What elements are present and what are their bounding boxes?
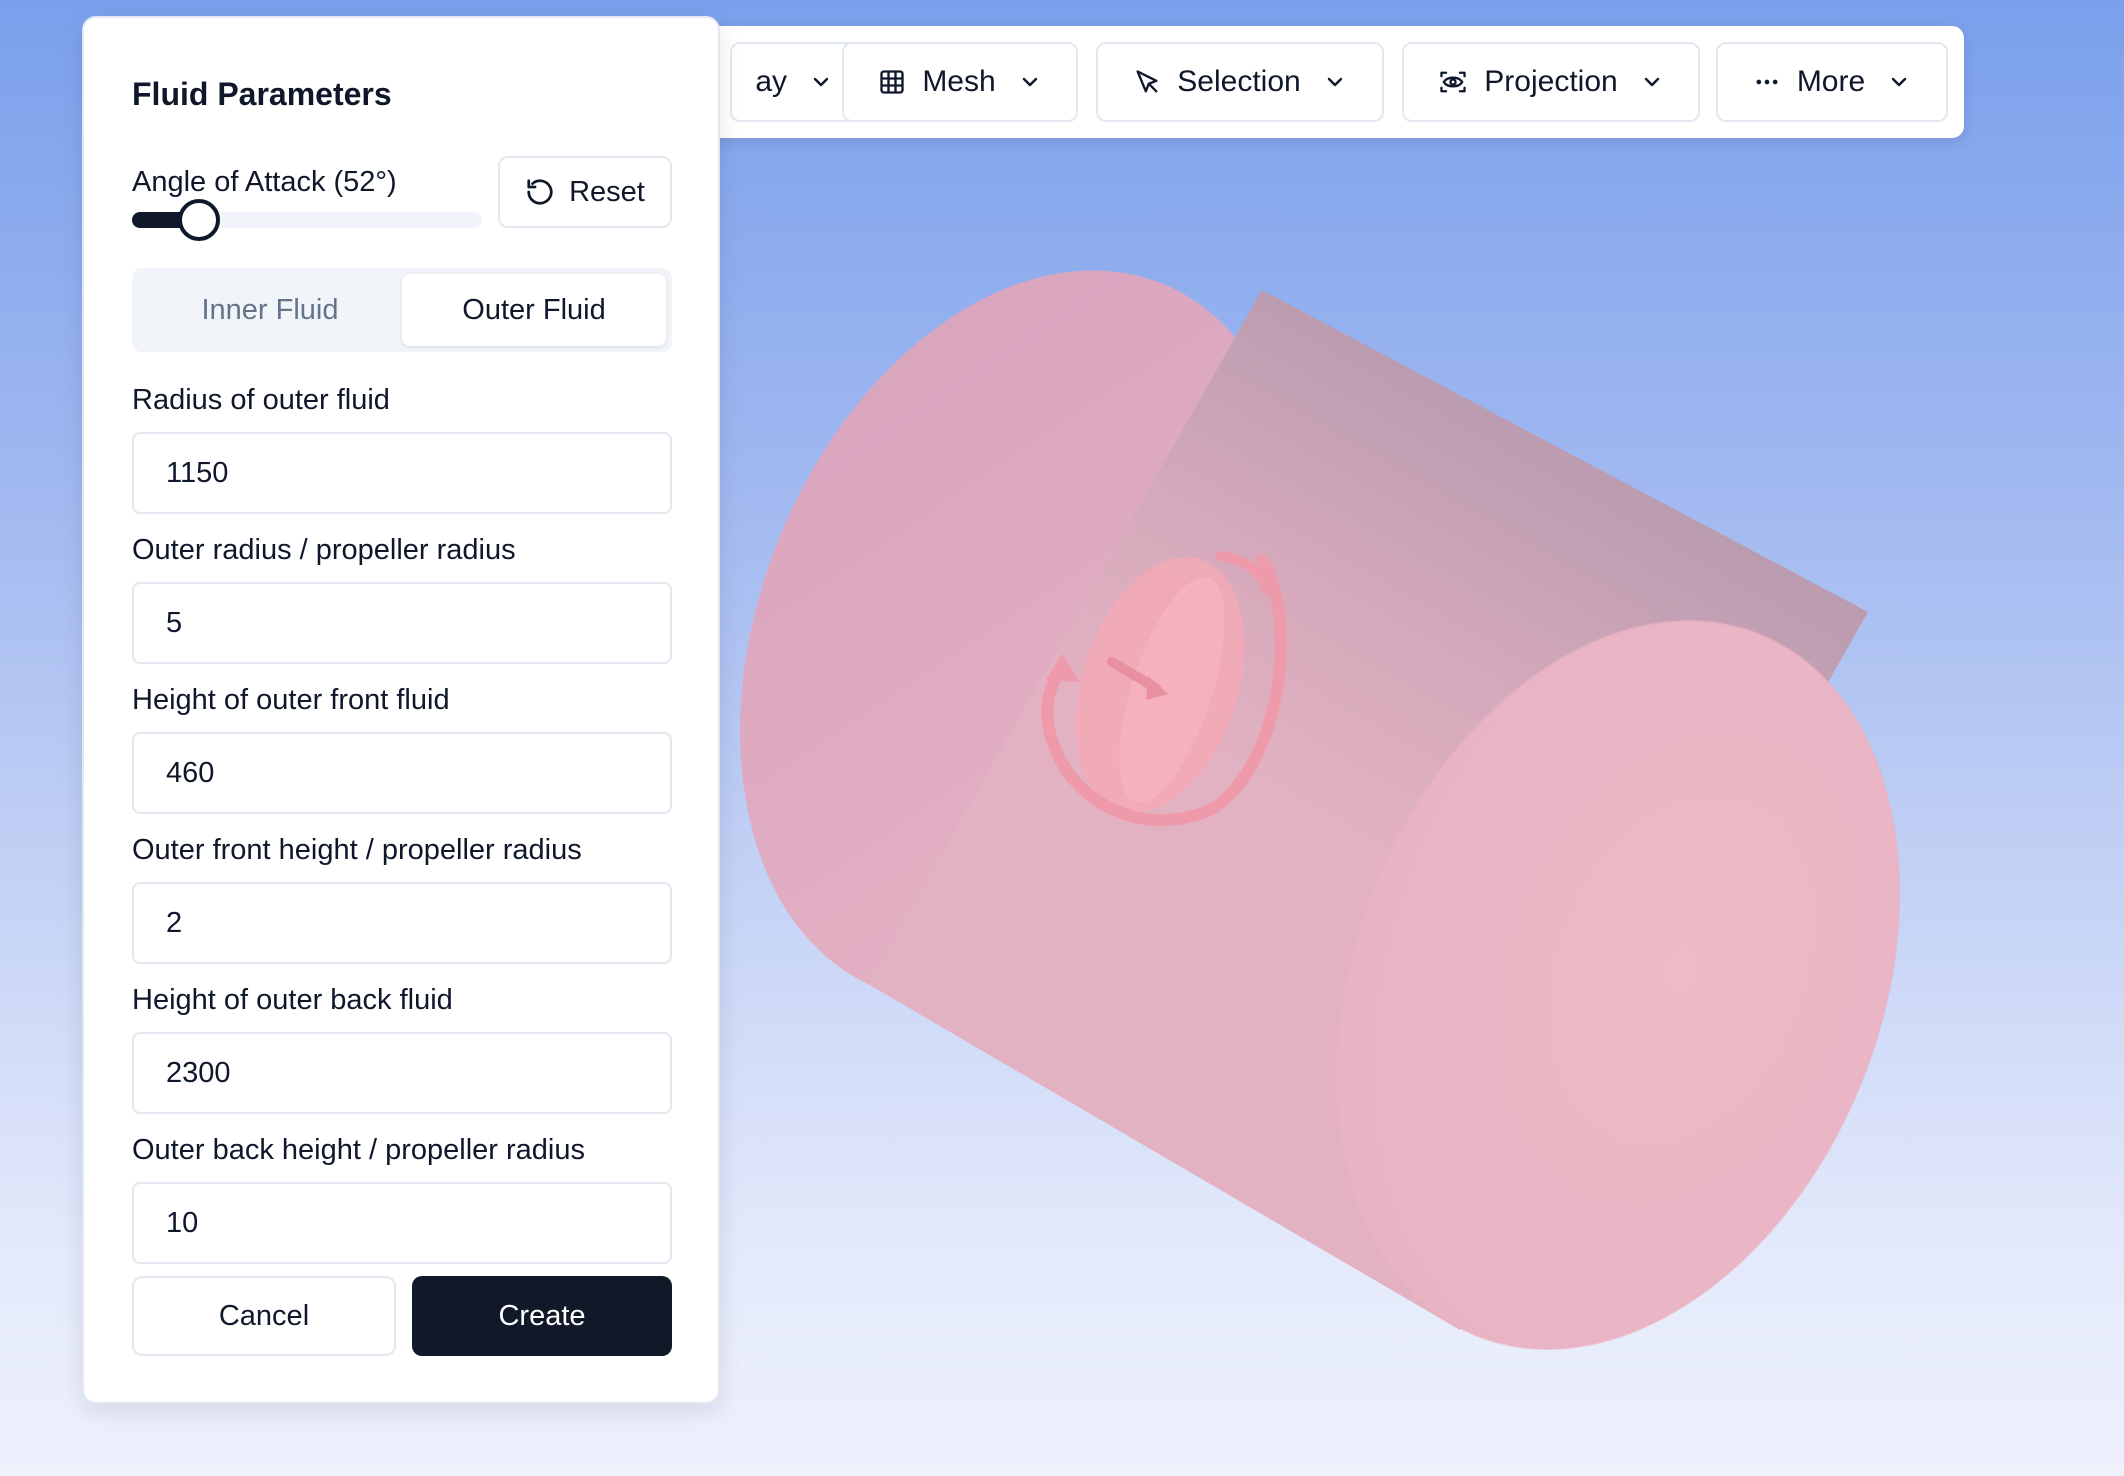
chevron-down-icon bbox=[1644, 77, 1659, 87]
chevron-down-icon bbox=[1022, 77, 1037, 87]
mesh-menu-button[interactable]: Mesh bbox=[842, 42, 1078, 122]
outer-back-ratio-label: Outer back height / propeller radius bbox=[132, 1134, 585, 1166]
outer-front-ratio-label: Outer front height / propeller radius bbox=[132, 834, 582, 866]
outer-front-ratio-input[interactable] bbox=[132, 882, 672, 964]
outer-radius-ratio-label: Outer radius / propeller radius bbox=[132, 534, 516, 566]
outer-fluid-cylinder[interactable] bbox=[637, 186, 2003, 1433]
cursor-select-icon bbox=[1136, 70, 1158, 93]
outer-back-height-label: Height of outer back fluid bbox=[132, 984, 453, 1016]
radius-outer-fluid-input[interactable] bbox=[132, 432, 672, 514]
reset-label: Reset bbox=[569, 175, 645, 208]
projection-menu-label: Projection bbox=[1484, 65, 1618, 98]
angle-of-attack-label: Angle of Attack (52°) bbox=[132, 166, 397, 198]
outer-back-height-input[interactable] bbox=[132, 1032, 672, 1114]
selection-menu-button[interactable]: Selection bbox=[1096, 42, 1384, 122]
outer-back-ratio-input[interactable] bbox=[132, 1182, 672, 1264]
top-toolbar: ay Mesh Selection Projection More bbox=[690, 26, 1964, 138]
chevron-down-icon bbox=[813, 77, 829, 87]
fluid-tabs: Inner Fluid Outer Fluid bbox=[132, 268, 672, 352]
grid-icon bbox=[880, 70, 904, 94]
display-menu-label: ay bbox=[755, 65, 787, 98]
reset-icon bbox=[527, 179, 553, 205]
outer-front-height-label: Height of outer front fluid bbox=[132, 684, 450, 716]
reset-button[interactable]: Reset bbox=[498, 156, 672, 228]
more-menu-button[interactable]: More bbox=[1716, 42, 1948, 122]
tab-inner-fluid[interactable]: Inner Fluid bbox=[138, 274, 402, 346]
fluid-parameters-panel: Fluid Parameters Angle of Attack (52°) R… bbox=[82, 16, 720, 1404]
panel-title: Fluid Parameters bbox=[132, 76, 392, 112]
projection-eye-icon bbox=[1440, 71, 1466, 93]
more-menu-label: More bbox=[1796, 65, 1866, 98]
mesh-menu-label: Mesh bbox=[922, 65, 996, 98]
create-button[interactable]: Create bbox=[412, 1276, 672, 1356]
radius-outer-fluid-label: Radius of outer fluid bbox=[132, 384, 390, 416]
chevron-down-icon bbox=[1891, 77, 1907, 87]
projection-menu-button[interactable]: Projection bbox=[1402, 42, 1700, 122]
cancel-button[interactable]: Cancel bbox=[132, 1276, 396, 1356]
angle-of-attack-slider[interactable] bbox=[132, 199, 482, 241]
slider-thumb[interactable] bbox=[177, 199, 220, 241]
more-dots-icon bbox=[1756, 79, 1778, 85]
chevron-down-icon bbox=[1327, 77, 1342, 87]
selection-menu-label: Selection bbox=[1177, 65, 1301, 98]
outer-front-height-input[interactable] bbox=[132, 732, 672, 814]
outer-radius-ratio-input[interactable] bbox=[132, 582, 672, 664]
tab-outer-fluid[interactable]: Outer Fluid bbox=[402, 274, 666, 346]
